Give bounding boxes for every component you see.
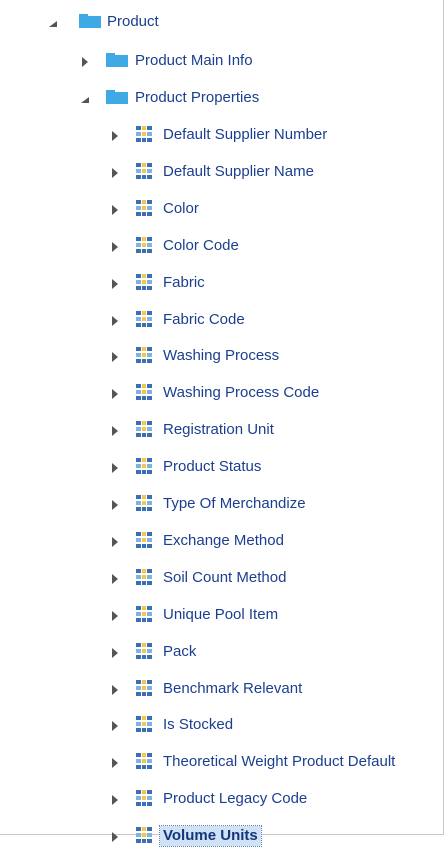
expand-toggle-icon[interactable] xyxy=(110,824,122,848)
tree-node-label: Default Supplier Name xyxy=(163,163,314,180)
tree-node-label: Color Code xyxy=(163,237,239,254)
attribute-icon xyxy=(136,532,152,548)
tree-node-label: Benchmark Relevant xyxy=(163,680,303,697)
expand-toggle-icon[interactable] xyxy=(110,344,122,368)
tree-node-label: Product Status xyxy=(163,458,262,475)
attribute-icon xyxy=(136,237,152,253)
tree-node-label: Soil Count Method xyxy=(163,569,287,586)
tree-node-label: Type Of Merchandize xyxy=(163,495,306,512)
attribute-icon xyxy=(136,716,152,732)
tree-node-label: Default Supplier Number xyxy=(163,126,328,143)
attribute-icon xyxy=(136,606,152,622)
expand-toggle-icon[interactable] xyxy=(110,640,122,664)
tree-node-label: Washing Process Code xyxy=(163,384,320,401)
expand-toggle-icon[interactable] xyxy=(110,492,122,516)
expand-toggle-icon[interactable] xyxy=(110,750,122,774)
tree-node-label: Product Properties xyxy=(135,89,260,106)
tree-node-label: Theoretical Weight Product Default xyxy=(163,753,396,770)
tree-node-label: Fabric Code xyxy=(163,311,245,328)
tree-node-label: Registration Unit xyxy=(163,421,274,438)
expand-toggle-icon[interactable] xyxy=(110,123,122,147)
tree-node-label: Product Main Info xyxy=(135,52,253,69)
tree-node-label: Color xyxy=(163,200,199,217)
attribute-icon xyxy=(136,347,152,363)
attribute-icon xyxy=(136,753,152,769)
expand-toggle-icon[interactable] xyxy=(80,49,92,73)
collapse-toggle-icon[interactable] xyxy=(48,10,60,34)
tree-node-label: Fabric xyxy=(163,274,205,291)
attribute-icon xyxy=(136,790,152,806)
expand-toggle-icon[interactable] xyxy=(110,271,122,295)
folder-icon xyxy=(106,52,128,68)
expand-toggle-icon[interactable] xyxy=(110,677,122,701)
attribute-icon xyxy=(136,163,152,179)
tree-node-label: Washing Process xyxy=(163,347,280,364)
collapse-toggle-icon[interactable] xyxy=(80,86,92,110)
expand-toggle-icon[interactable] xyxy=(110,529,122,553)
tree-node-label: Unique Pool Item xyxy=(163,606,279,623)
attribute-icon xyxy=(136,643,152,659)
expand-toggle-icon[interactable] xyxy=(110,566,122,590)
attribute-icon xyxy=(136,827,152,843)
expand-toggle-icon[interactable] xyxy=(110,455,122,479)
tree-node-label: Product Legacy Code xyxy=(163,790,308,807)
expand-toggle-icon[interactable] xyxy=(110,308,122,332)
attribute-icon xyxy=(136,200,152,216)
folder-icon xyxy=(79,13,101,29)
expand-toggle-icon[interactable] xyxy=(110,381,122,405)
attribute-icon xyxy=(136,569,152,585)
folder-icon xyxy=(106,89,128,105)
attribute-icon xyxy=(136,274,152,290)
expand-toggle-icon[interactable] xyxy=(110,713,122,737)
expand-toggle-icon[interactable] xyxy=(110,787,122,811)
attribute-icon xyxy=(136,421,152,437)
expand-toggle-icon[interactable] xyxy=(110,197,122,221)
tree-node-label: Exchange Method xyxy=(163,532,284,549)
expand-toggle-icon[interactable] xyxy=(110,160,122,184)
attribute-icon xyxy=(136,126,152,142)
attribute-icon xyxy=(136,311,152,327)
attribute-icon xyxy=(136,680,152,696)
attribute-icon xyxy=(136,384,152,400)
tree-node-label: Product xyxy=(107,13,159,30)
tree-node-label: Is Stocked xyxy=(163,716,234,733)
tree-panel: Product Product Main Info Product Proper… xyxy=(0,0,444,847)
tree-node-label: Volume Units xyxy=(159,825,262,847)
attribute-icon xyxy=(136,495,152,511)
expand-toggle-icon[interactable] xyxy=(110,603,122,627)
expand-toggle-icon[interactable] xyxy=(110,234,122,258)
attribute-icon xyxy=(136,458,152,474)
tree-node-label: Pack xyxy=(163,643,197,660)
expand-toggle-icon[interactable] xyxy=(110,418,122,442)
